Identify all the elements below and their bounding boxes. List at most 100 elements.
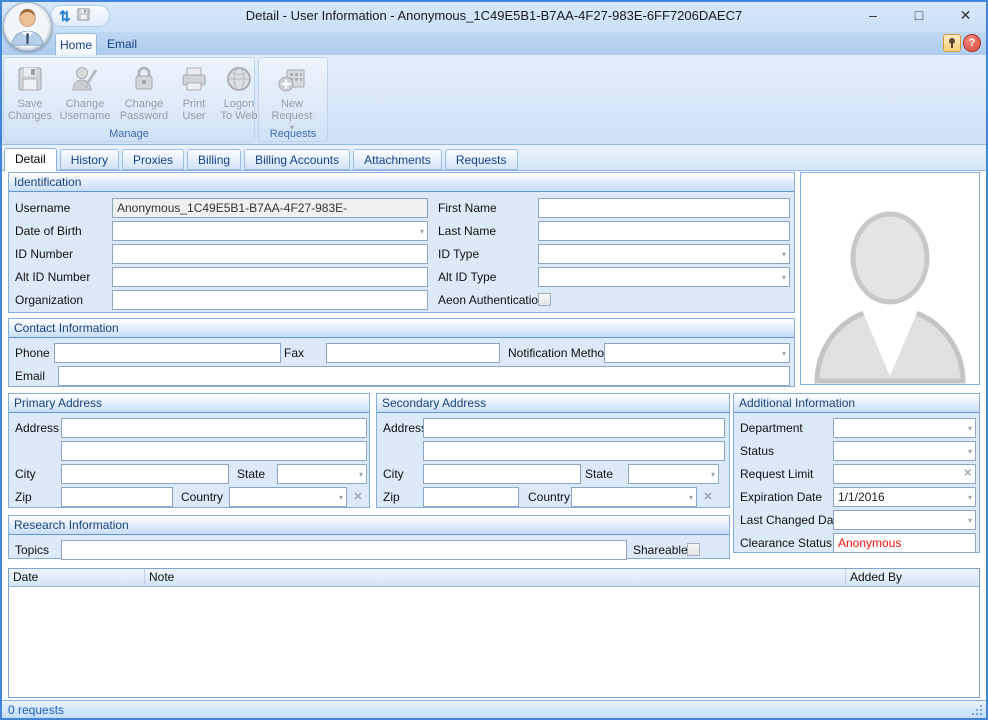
- last-changed-date-combobox[interactable]: ▾: [833, 510, 976, 530]
- group-label-requests: Requests: [259, 128, 327, 140]
- change-password-button[interactable]: Change Password: [116, 60, 172, 122]
- tab-attachments[interactable]: Attachments: [353, 149, 442, 170]
- notes-grid-body[interactable]: [9, 588, 979, 697]
- status-combobox[interactable]: ▾: [833, 441, 976, 461]
- maximize-button[interactable]: □: [896, 0, 942, 32]
- tab-requests[interactable]: Requests: [445, 149, 518, 170]
- department-combobox[interactable]: ▾: [833, 418, 976, 438]
- phone-field[interactable]: [54, 343, 281, 363]
- clearance-status-field[interactable]: Anonymous: [833, 533, 976, 553]
- minimize-button[interactable]: –: [850, 0, 896, 32]
- zip-field[interactable]: [61, 487, 173, 507]
- username-field[interactable]: Anonymous_1C49E5B1-B7AA-4F27-983E-6FF720…: [112, 198, 428, 218]
- id-number-field[interactable]: [112, 244, 428, 264]
- save-changes-button[interactable]: Save Changes: [6, 60, 54, 122]
- ribbon-tab-home[interactable]: Home: [55, 33, 97, 55]
- window-title: Detail - User Information - Anonymous_1C…: [0, 8, 988, 23]
- tab-history[interactable]: History: [60, 149, 119, 170]
- secondary-address-section: Secondary Address Address City State ▾ Z…: [376, 393, 730, 508]
- notes-grid: Date Note Added By: [8, 568, 980, 698]
- save-icon[interactable]: [76, 7, 91, 25]
- id-number-label: ID Number: [15, 244, 73, 264]
- first-name-label: First Name: [438, 198, 497, 218]
- section-header: Identification: [9, 173, 794, 192]
- date-of-birth-label: Date of Birth: [15, 221, 82, 241]
- section-header: Primary Address: [9, 394, 369, 413]
- clear-icon: ✕: [353, 491, 362, 503]
- country-combobox[interactable]: ▾: [571, 487, 697, 507]
- user-avatar-icon: [4, 3, 51, 50]
- pushpin-icon[interactable]: [943, 34, 961, 52]
- state-combobox[interactable]: ▾: [277, 464, 367, 484]
- status-bar: 0 requests: [0, 700, 988, 720]
- first-name-field[interactable]: [538, 198, 790, 218]
- resize-grip[interactable]: [980, 713, 982, 715]
- close-icon: ✕: [960, 7, 972, 23]
- date-of-birth-combobox[interactable]: ▾: [112, 221, 428, 241]
- clear-country-button[interactable]: ✕: [701, 487, 715, 507]
- request-limit-field[interactable]: ✕: [833, 464, 976, 484]
- help-icon[interactable]: ?: [963, 34, 981, 52]
- fax-field[interactable]: [326, 343, 500, 363]
- clear-icon[interactable]: ✕: [964, 468, 972, 480]
- clear-country-button[interactable]: ✕: [351, 487, 365, 507]
- city-field[interactable]: [423, 464, 581, 484]
- expiration-date-combobox[interactable]: 1/1/2016▾: [833, 487, 976, 507]
- address-label: Address: [383, 418, 427, 438]
- chevron-down-icon: ▾: [711, 471, 715, 479]
- minimize-icon: –: [869, 7, 877, 23]
- city-field[interactable]: [61, 464, 229, 484]
- chevron-down-icon: ▾: [359, 471, 363, 479]
- country-combobox[interactable]: ▾: [229, 487, 347, 507]
- country-label: Country: [181, 487, 223, 507]
- zip-label: Zip: [15, 487, 32, 507]
- tab-detail[interactable]: Detail: [4, 148, 57, 171]
- shareable-checkbox[interactable]: [687, 543, 700, 556]
- address-line2-field[interactable]: [423, 441, 725, 461]
- chevron-down-icon: ▾: [782, 350, 786, 358]
- chevron-down-icon: ▾: [968, 448, 972, 456]
- logon-to-web-button[interactable]: Logon To Web: [216, 60, 262, 122]
- request-limit-label: Request Limit: [740, 464, 813, 484]
- switch-user-icon[interactable]: ⇅: [59, 8, 71, 24]
- address-line1-field[interactable]: [61, 418, 367, 438]
- city-label: City: [15, 464, 36, 484]
- user-photo-box[interactable]: [800, 172, 980, 385]
- column-header-added-by[interactable]: Added By: [846, 569, 979, 587]
- organization-field[interactable]: [112, 290, 428, 310]
- print-user-button[interactable]: Print User: [174, 60, 214, 122]
- aeon-authentication-label: Aeon Authentication: [438, 290, 545, 310]
- email-field[interactable]: [58, 366, 790, 386]
- topics-field[interactable]: [61, 540, 627, 560]
- email-label: Email: [15, 366, 45, 386]
- column-header-note[interactable]: Note: [145, 569, 846, 587]
- close-button[interactable]: ✕: [942, 0, 988, 32]
- expiration-date-label: Expiration Date: [740, 487, 822, 507]
- address-line1-field[interactable]: [423, 418, 725, 438]
- phone-label: Phone: [15, 343, 50, 363]
- zip-field[interactable]: [423, 487, 519, 507]
- chevron-down-icon: ▾: [968, 517, 972, 525]
- address-line2-field[interactable]: [61, 441, 367, 461]
- ribbon-tab-email[interactable]: Email: [100, 33, 144, 55]
- chevron-down-icon: ▾: [782, 251, 786, 259]
- tab-proxies[interactable]: Proxies: [122, 149, 184, 170]
- alt-id-type-label: Alt ID Type: [438, 267, 496, 287]
- change-username-button[interactable]: Change Username: [56, 60, 114, 122]
- column-header-date[interactable]: Date: [9, 569, 145, 587]
- last-name-field[interactable]: [538, 221, 790, 241]
- id-type-label: ID Type: [438, 244, 479, 264]
- chevron-down-icon: ▾: [782, 274, 786, 282]
- chevron-down-icon: ▾: [968, 425, 972, 433]
- state-combobox[interactable]: ▾: [628, 464, 719, 484]
- aeon-authentication-checkbox[interactable]: [538, 293, 551, 306]
- alt-id-number-field[interactable]: [112, 267, 428, 287]
- notification-method-combobox[interactable]: ▾: [604, 343, 790, 363]
- id-type-combobox[interactable]: ▾: [538, 244, 790, 264]
- alt-id-type-combobox[interactable]: ▾: [538, 267, 790, 287]
- tab-billing[interactable]: Billing: [187, 149, 241, 170]
- new-request-button[interactable]: New Request ▾: [261, 60, 323, 132]
- ribbon: Save Changes Change Username: [0, 55, 988, 145]
- tab-billing-accounts[interactable]: Billing Accounts: [244, 149, 350, 170]
- application-menu-button[interactable]: [3, 2, 52, 51]
